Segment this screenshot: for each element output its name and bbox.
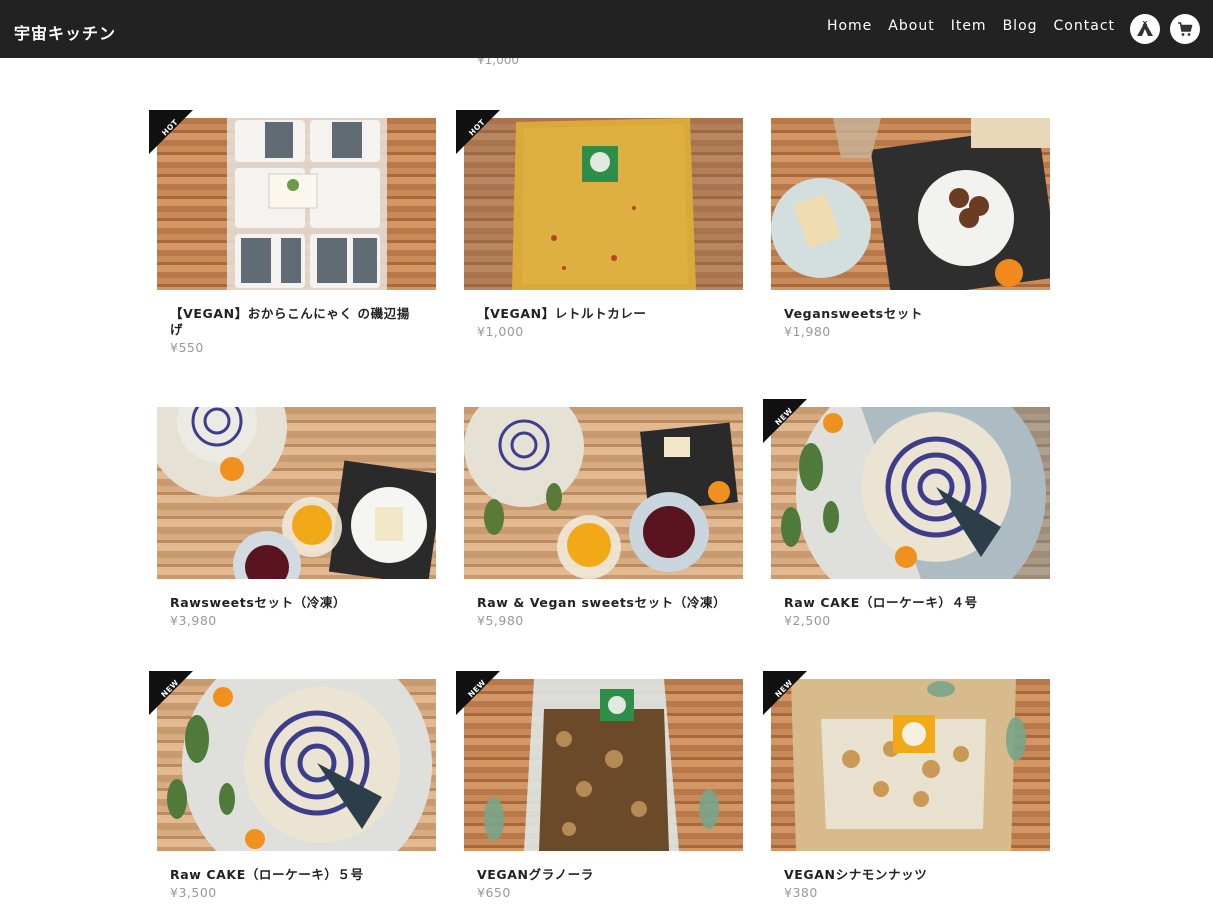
product-title[interactable]: Vegansweetsセット [771, 306, 1050, 322]
product-image[interactable] [157, 679, 436, 851]
brand-logo[interactable]: 宇宙キッチン [14, 20, 116, 44]
product-image[interactable] [771, 118, 1050, 290]
product-image[interactable] [771, 679, 1050, 851]
product-card[interactable]: NEW Raw CAKE（ローケーキ）５号 ¥3,500 [149, 671, 436, 900]
product-price: ¥650 [477, 885, 511, 900]
product-card[interactable]: HOT 【VEGAN】レトルトカレー ¥1,000 [456, 110, 743, 339]
product-title[interactable]: Raw CAKE（ローケーキ）５号 [157, 867, 436, 883]
product-title[interactable]: 【VEGAN】おからこんにゃく の磯辺揚げ [157, 306, 436, 338]
product-title[interactable]: VEGANシナモンナッツ [771, 867, 1050, 883]
nav-blog[interactable]: Blog [1003, 18, 1038, 34]
product-price: ¥2,500 [784, 613, 831, 628]
main-nav: Home About Item Blog Contact [811, 18, 1115, 34]
product-title[interactable]: Rawsweetsセット（冷凍） [157, 595, 436, 611]
product-price: ¥550 [170, 340, 204, 355]
teepee-icon[interactable] [1130, 14, 1160, 44]
product-title[interactable]: Raw CAKE（ローケーキ）４号 [771, 595, 1050, 611]
product-price: ¥380 [784, 885, 818, 900]
product-card[interactable]: NEW VEGANグラノーラ ¥650 [456, 671, 743, 900]
product-image[interactable] [157, 118, 436, 290]
site-header: 宇宙キッチン Home About Item Blog Contact [0, 0, 1213, 58]
product-image[interactable] [771, 407, 1050, 579]
product-card[interactable]: NEW VEGANシナモンナッツ ¥380 [763, 671, 1050, 900]
nav-home[interactable]: Home [827, 18, 872, 34]
product-title[interactable]: VEGANグラノーラ [464, 867, 743, 883]
nav-about[interactable]: About [888, 18, 934, 34]
nav-contact[interactable]: Contact [1054, 18, 1115, 34]
product-image[interactable] [464, 679, 743, 851]
product-image[interactable] [157, 407, 436, 579]
product-card[interactable]: NEW Raw CAKE（ローケーキ）４号 ¥2,500 [763, 399, 1050, 628]
product-price: ¥3,500 [170, 885, 217, 900]
product-price: ¥1,980 [784, 324, 831, 339]
nav-item[interactable]: Item [951, 18, 987, 34]
product-card[interactable]: HOT 【VEGAN】おからこんにゃく の磯辺揚げ ¥550 [149, 110, 436, 355]
cart-icon[interactable] [1170, 14, 1200, 44]
product-card[interactable]: Rawsweetsセット（冷凍） ¥3,980 [157, 407, 436, 628]
product-price: ¥3,980 [170, 613, 217, 628]
product-price: ¥5,980 [477, 613, 524, 628]
product-image[interactable] [464, 118, 743, 290]
product-title[interactable]: Raw & Vegan sweetsセット（冷凍） [464, 595, 743, 611]
product-title[interactable]: 【VEGAN】レトルトカレー [464, 306, 743, 322]
product-image[interactable] [464, 407, 743, 579]
product-card[interactable]: Raw & Vegan sweetsセット（冷凍） ¥5,980 [464, 407, 743, 628]
product-price: ¥1,000 [477, 324, 524, 339]
product-card[interactable]: Vegansweetsセット ¥1,980 [771, 118, 1050, 339]
